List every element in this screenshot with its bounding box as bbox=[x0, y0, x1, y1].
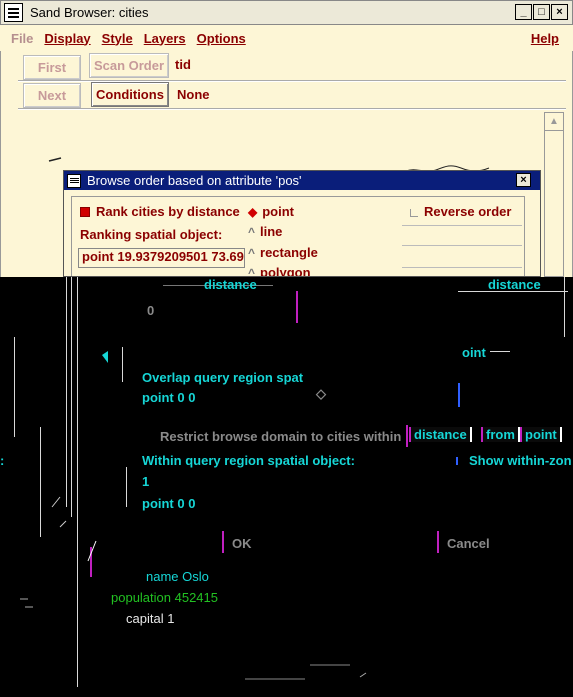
dialog-divider-2 bbox=[402, 245, 522, 246]
shape-radio-point[interactable]: ◆ point bbox=[248, 204, 294, 219]
dialog-divider bbox=[402, 225, 522, 226]
rank-checkbox-label: Rank cities by distance bbox=[96, 204, 240, 219]
glitch-marks bbox=[20, 351, 367, 680]
window-titlebar: Sand Browser: cities _ □ × bbox=[0, 0, 573, 25]
checkbox-unchecked-icon bbox=[410, 209, 418, 217]
sand-browser-window: Sand Browser: cities _ □ × File Display … bbox=[0, 0, 573, 697]
shape-radio-polygon[interactable]: ^ polygon bbox=[248, 265, 311, 277]
shape-radio-line-label: line bbox=[260, 224, 283, 239]
dialog-divider-3 bbox=[402, 267, 522, 268]
reverse-order-checkbox[interactable]: Reverse order bbox=[410, 204, 511, 219]
dialog-titlebar: Browse order based on attribute 'pos' × bbox=[64, 171, 540, 190]
menu-display[interactable]: Display bbox=[44, 31, 90, 46]
radio-unselected-icon: ^ bbox=[248, 246, 256, 260]
ranking-object-label: Ranking spatial object: bbox=[80, 227, 223, 242]
dialog-close-button[interactable]: × bbox=[516, 173, 531, 187]
menu-style[interactable]: Style bbox=[102, 31, 133, 46]
menu-file[interactable]: File bbox=[11, 31, 33, 46]
ranking-object-field[interactable]: point 19.9379209501 73.69 bbox=[78, 248, 245, 268]
reverse-order-label: Reverse order bbox=[424, 204, 512, 219]
menu-options[interactable]: Options bbox=[197, 31, 246, 46]
shape-radio-line[interactable]: ^ line bbox=[248, 224, 282, 239]
menu-help[interactable]: Help bbox=[531, 31, 559, 46]
menubar: File Display Style Layers Options Help bbox=[0, 25, 573, 51]
dialog-body: Rank cities by distance Ranking spatial … bbox=[71, 196, 525, 277]
shape-radio-rectangle-label: rectangle bbox=[260, 245, 318, 260]
radio-unselected-icon: ^ bbox=[248, 225, 256, 239]
close-button[interactable]: × bbox=[551, 4, 568, 20]
radio-unselected-icon: ^ bbox=[248, 266, 256, 277]
window-title: Sand Browser: cities bbox=[30, 5, 149, 20]
maximize-button[interactable]: □ bbox=[533, 4, 550, 20]
shape-radio-rectangle[interactable]: ^ rectangle bbox=[248, 245, 318, 260]
radio-selected-icon: ◆ bbox=[248, 205, 258, 219]
dialog-title: Browse order based on attribute 'pos' bbox=[87, 173, 302, 188]
dialog-menu-icon[interactable] bbox=[67, 173, 81, 188]
rank-checkbox[interactable]: Rank cities by distance bbox=[80, 204, 240, 219]
browse-order-dialog: Browse order based on attribute 'pos' × … bbox=[63, 170, 541, 277]
corrupted-render-area: distance distance 0 oint Overlap query r… bbox=[0, 277, 573, 697]
checkbox-checked-icon bbox=[80, 207, 90, 217]
system-menu-icon[interactable] bbox=[4, 3, 23, 22]
shape-radio-polygon-label: polygon bbox=[260, 265, 311, 277]
minimize-button[interactable]: _ bbox=[515, 4, 532, 20]
menu-layers[interactable]: Layers bbox=[144, 31, 186, 46]
shape-radio-point-label: point bbox=[262, 204, 294, 219]
